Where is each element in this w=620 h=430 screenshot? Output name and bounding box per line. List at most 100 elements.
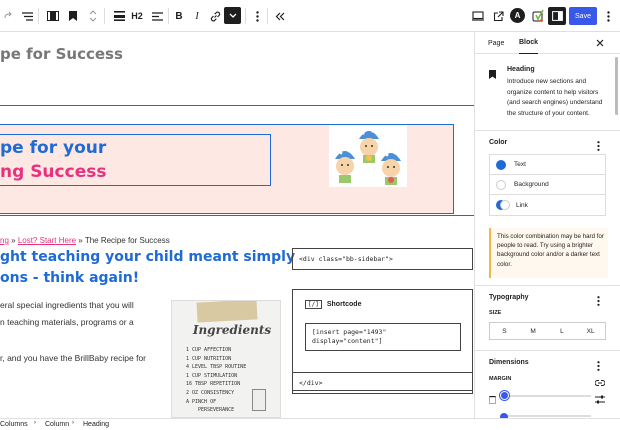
- collapse-toolbar-icon[interactable]: [272, 0, 288, 32]
- preview-desktop-icon[interactable]: [470, 0, 486, 32]
- page-title-heading[interactable]: pe for Success: [0, 45, 123, 63]
- dimensions-section-title[interactable]: Dimensions: [489, 359, 529, 366]
- ingredient-item: 2 OZ CONSISTENCY: [186, 389, 235, 396]
- content-heading-line: ght teaching your child meant simply: [0, 249, 296, 265]
- font-size-picker: S M L XL: [489, 322, 606, 340]
- babies-illustration: [329, 125, 407, 187]
- link-icon[interactable]: [207, 0, 223, 32]
- contrast-warning-notice: This color combination may be hard for p…: [489, 228, 608, 278]
- margin-slider-track[interactable]: [501, 395, 591, 397]
- link-color-swatch: [496, 200, 510, 210]
- tab-page[interactable]: Page: [488, 32, 504, 54]
- margin-settings-icon[interactable]: [595, 391, 605, 409]
- block-type-icon[interactable]: [44, 0, 62, 32]
- ingredients-title: Ingredients: [192, 323, 272, 337]
- content-heading[interactable]: ght teaching your child meant simply ons…: [0, 247, 295, 289]
- shortcode-icon: [/]: [305, 300, 322, 309]
- shortcode-input[interactable]: [insert page="1493" display="content"]: [305, 323, 461, 351]
- text-align-icon[interactable]: [148, 0, 166, 32]
- bold-icon[interactable]: B: [172, 0, 186, 32]
- divider: [267, 8, 268, 24]
- font-size-option[interactable]: M: [519, 323, 548, 339]
- divider: [475, 350, 620, 351]
- paragraph-line: eral special ingredients that you will: [0, 300, 134, 310]
- ingredients-list: 1 CUP AFFECTION 1 CUP NUTRITION 4 LEVEL …: [186, 346, 246, 415]
- paragraph-line[interactable]: r, and you have the BrillBaby recipe for: [0, 350, 146, 367]
- font-size-option[interactable]: S: [490, 323, 519, 339]
- redo-icon[interactable]: [0, 0, 16, 32]
- chevron-right-icon: ›: [72, 420, 74, 426]
- divider: [475, 130, 620, 131]
- typography-options-icon[interactable]: [597, 293, 600, 311]
- ingredient-item: 4 LEVEL TBSP ROUTINE: [186, 364, 247, 371]
- seo-plugin-icon[interactable]: [530, 0, 546, 32]
- options-vertical-icon[interactable]: [250, 0, 264, 32]
- content-heading-line: ons - think again!: [0, 270, 140, 286]
- breadcrumb: ng » Lost? Start Here » The Recipe for S…: [0, 236, 170, 245]
- color-item-label: Link: [516, 201, 528, 209]
- heading-level-button[interactable]: H2: [128, 0, 146, 32]
- save-button[interactable]: Save: [569, 7, 597, 25]
- ingredient-item: 16 TBSP REPETITION: [186, 381, 241, 388]
- move-up-down-icon[interactable]: [86, 0, 100, 32]
- milk-carton-illustration: [252, 389, 266, 411]
- editor-canvas: pe for Success pe for your ng Success ng…: [0, 32, 474, 418]
- color-item-link[interactable]: Link: [490, 195, 605, 215]
- color-items-panel: Text Background Link: [489, 154, 606, 216]
- tab-block[interactable]: Block: [519, 32, 539, 54]
- unlink-sides-icon[interactable]: [594, 374, 606, 392]
- color-item-label: Text: [514, 161, 526, 168]
- block-breadcrumb-bar: Columns › Column › Heading: [0, 418, 620, 430]
- ingredient-item: PERSEVERANCE: [198, 407, 235, 414]
- divider: [245, 8, 246, 24]
- status-crumb-columns[interactable]: Columns: [0, 421, 28, 428]
- intro-paragraph[interactable]: eral special ingredients that you will n…: [0, 297, 134, 331]
- divider: [475, 285, 620, 286]
- align-icon[interactable]: [110, 0, 128, 32]
- margin-top-side-icon: [489, 391, 496, 409]
- font-size-option[interactable]: L: [548, 323, 577, 339]
- editor-toolbar: H2 B I A Save: [0, 0, 620, 32]
- close-sidebar-icon[interactable]: [596, 32, 604, 54]
- bookmark-icon: [489, 66, 496, 84]
- status-crumb-column[interactable]: Column: [45, 421, 69, 428]
- more-formats-chevron-icon[interactable]: [224, 7, 241, 24]
- sidebar-scrollbar[interactable]: [615, 57, 618, 115]
- breadcrumb-link[interactable]: Lost? Start Here: [18, 236, 76, 245]
- block-description: Introduce new sections and organize cont…: [507, 78, 603, 117]
- sidebar-tabs: Page Block: [475, 32, 620, 54]
- hero-heading-line1: pe for your: [0, 138, 107, 158]
- shortcode-label: Shortcode: [326, 301, 362, 308]
- custom-html-open-block[interactable]: <div class="bb-sidebar">: [292, 248, 473, 270]
- italic-icon[interactable]: I: [190, 0, 204, 32]
- ingredients-card-image: Ingredients 1 CUP AFFECTION 1 CUP NUTRIT…: [171, 300, 281, 418]
- breadcrumb-separator: »: [76, 236, 85, 245]
- settings-sidebar-toggle-icon[interactable]: [548, 7, 566, 25]
- plugin-a-icon[interactable]: A: [510, 8, 525, 23]
- text-color-swatch: [496, 159, 506, 170]
- margin-label: MARGIN: [489, 376, 512, 382]
- list-view-icon[interactable]: [18, 0, 36, 32]
- color-item-background[interactable]: Background: [490, 175, 605, 195]
- color-item-label: Background: [514, 181, 549, 188]
- tape-decoration: [196, 301, 258, 323]
- settings-sidebar: Page Block Heading Introduce new section…: [474, 32, 620, 418]
- size-label: SIZE: [489, 310, 502, 316]
- breadcrumb-link[interactable]: ng: [0, 236, 9, 245]
- margin-slider-thumb[interactable]: [500, 391, 509, 400]
- shortcode-text: [insert page="1493": [312, 328, 387, 336]
- font-size-option[interactable]: XL: [576, 323, 605, 339]
- hero-heading-line2: ng Success: [0, 162, 107, 182]
- color-section-title[interactable]: Color: [489, 139, 507, 146]
- color-item-text[interactable]: Text: [490, 155, 605, 175]
- options-vertical-icon[interactable]: [601, 0, 615, 32]
- typography-section-title[interactable]: Typography: [489, 294, 529, 301]
- custom-html-close-block[interactable]: </div>: [292, 372, 473, 394]
- status-crumb-heading: Heading: [83, 421, 110, 428]
- external-view-icon[interactable]: [490, 0, 506, 32]
- ingredient-item: 1 CUP NUTRITION: [186, 355, 232, 362]
- divider: [168, 8, 169, 24]
- shortcode-header: [/] Shortcode: [305, 300, 361, 309]
- paragraph-line: n teaching materials, programs or a: [0, 317, 134, 327]
- bookmark-icon[interactable]: [64, 0, 82, 32]
